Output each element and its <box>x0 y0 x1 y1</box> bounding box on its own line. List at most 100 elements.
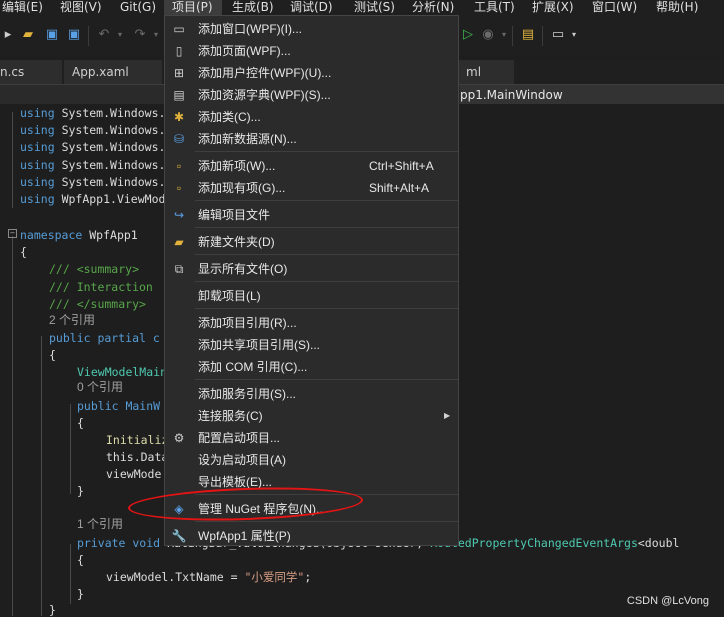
tab-mainwindow-cs[interactable]: n.cs <box>0 60 62 84</box>
hot-reload-dropdown-icon[interactable]: ▾ <box>496 27 512 43</box>
fold-line <box>70 404 71 494</box>
project-menu-dropdown: ▭ 添加窗口(WPF)(I)... ▯ 添加页面(WPF)... ⊞ 添加用户控… <box>164 15 459 546</box>
save-icon[interactable]: ▣ <box>44 27 60 43</box>
code-text: WpfApp1.ViewMod <box>61 192 166 206</box>
tab-label: n.cs <box>0 65 25 79</box>
code-line: } <box>77 484 84 498</box>
menu-item-label: 添加服务引用(S)... <box>198 387 296 401</box>
code-text: ; <box>304 570 312 584</box>
add-class-icon: ✱ <box>173 110 185 124</box>
menu-item-add-resource-dictionary[interactable]: ▤ 添加资源字典(WPF)(S)... <box>165 84 458 106</box>
menu-edit-label: 编辑(E) <box>2 0 43 14</box>
code-line: viewModel.TxtName = "小爱同学"; <box>106 570 311 584</box>
menu-edit[interactable]: 编辑(E) <box>0 0 46 17</box>
code-line: { <box>20 245 27 259</box>
code-text: System.Windows. <box>61 106 166 120</box>
menu-item-add-class[interactable]: ✱ 添加类(C)... <box>165 106 458 128</box>
menu-item-add-data-source[interactable]: ⛁ 添加新数据源(N)... <box>165 128 458 150</box>
menu-item-add-new-item[interactable]: ▫ 添加新项(W)... Ctrl+Shift+A <box>165 155 458 177</box>
reference-count[interactable]: 2 个引用 <box>49 313 95 327</box>
menu-separator <box>195 151 458 152</box>
menu-item-add-shared-project-reference[interactable]: 添加共享项目引用(S)... <box>165 334 458 356</box>
toolbar-separator <box>88 26 89 46</box>
open-folder-icon[interactable]: ▰ <box>20 27 36 43</box>
menu-item-show-all-files[interactable]: ⧉ 显示所有文件(O) <box>165 258 458 280</box>
toolbar-separator <box>542 26 543 46</box>
window-layout-dropdown-icon[interactable]: ▾ <box>566 27 582 43</box>
menu-item-add-com-reference[interactable]: 添加 COM 引用(C)... <box>165 356 458 378</box>
comment: /// Interaction <box>49 280 153 294</box>
tab-app-xaml[interactable]: App.xaml <box>64 60 162 84</box>
menu-item-add-page[interactable]: ▯ 添加页面(WPF)... <box>165 40 458 62</box>
menu-item-edit-project-file[interactable]: ↪ 编辑项目文件 <box>165 204 458 226</box>
menu-item-add-user-control[interactable]: ⊞ 添加用户控件(WPF)(U)... <box>165 62 458 84</box>
menu-item-add-existing-item[interactable]: ▫ 添加现有项(G)... Shift+Alt+A <box>165 177 458 199</box>
fold-line <box>70 544 71 604</box>
menu-git[interactable]: Git(G) <box>112 0 160 17</box>
menu-item-add-window[interactable]: ▭ 添加窗口(WPF)(I)... <box>165 18 458 40</box>
code-text: viewModel.TxtName = <box>106 570 245 584</box>
menu-item-shortcut: Shift+Alt+A <box>369 181 430 195</box>
menu-item-configure-startup[interactable]: ⚙ 配置启动项目... <box>165 427 458 449</box>
menu-tools-label: 工具(T) <box>474 0 515 14</box>
show-all-files-icon: ⧉ <box>174 262 184 276</box>
menu-item-add-service-reference[interactable]: 添加服务引用(S)... <box>165 383 458 405</box>
type-name: RoutedPropertyChangedEventArgs <box>430 536 638 550</box>
menu-item-new-folder[interactable]: ▰ 新建文件夹(D) <box>165 231 458 253</box>
code-text: System.Windows. <box>61 123 166 137</box>
code-line: { <box>77 416 84 430</box>
menu-item-label: 添加窗口(WPF)(I)... <box>198 22 302 36</box>
code-line: using System.Windows. <box>20 106 165 120</box>
code-line: public partial c <box>49 331 160 345</box>
add-new-item-icon: ▫ <box>176 159 182 173</box>
keyword: using <box>20 106 55 120</box>
tab-label: App.xaml <box>72 65 129 79</box>
save-all-icon[interactable]: ▣ <box>66 27 82 43</box>
menu-view[interactable]: 视图(V) <box>52 0 104 17</box>
hot-reload-icon[interactable]: ◉ <box>480 27 496 43</box>
menu-item-connected-services[interactable]: 连接服务(C) ▶ <box>165 405 458 427</box>
code-line: using System.Windows. <box>20 175 165 189</box>
window-layout-icon[interactable]: ▭ <box>550 27 566 43</box>
menu-item-label: 添加 COM 引用(C)... <box>198 360 308 374</box>
keyword: using <box>20 192 55 206</box>
code-line: using WpfApp1.ViewMod <box>20 192 165 206</box>
menu-item-label: 卸载项目(L) <box>198 289 261 303</box>
menu-item-add-project-reference[interactable]: 添加项目引用(R)... <box>165 312 458 334</box>
menu-window[interactable]: 窗口(W) <box>584 0 646 17</box>
menu-extensions[interactable]: 扩展(X) <box>524 0 582 17</box>
menu-item-project-properties[interactable]: 🔧 WpfApp1 属性(P) <box>165 525 458 547</box>
code-line: { <box>77 553 84 567</box>
code-line: viewMode <box>106 467 162 481</box>
navigate-forward-icon[interactable]: ▸ <box>0 27 16 43</box>
add-resource-dictionary-icon: ▤ <box>173 88 185 102</box>
menu-item-label: 添加新数据源(N)... <box>198 132 297 146</box>
menu-help[interactable]: 帮助(H) <box>648 0 710 17</box>
menu-item-label: 添加项目引用(R)... <box>198 316 297 330</box>
solution-explorer-icon[interactable]: ▤ <box>520 27 536 43</box>
code-line: } <box>77 587 84 601</box>
redo-icon[interactable]: ↷ <box>132 27 148 43</box>
keyword: using <box>20 158 55 172</box>
start-icon[interactable]: ▷ <box>460 27 476 43</box>
menu-item-label: 设为启动项目(A) <box>198 453 286 467</box>
undo-icon[interactable]: ↶ <box>96 27 112 43</box>
menu-analyze-label: 分析(N) <box>412 0 455 14</box>
comment: /// <summary> <box>49 262 140 276</box>
reference-count[interactable]: 0 个引用 <box>77 380 123 394</box>
menu-item-shortcut: Ctrl+Shift+A <box>369 159 434 173</box>
menu-tools[interactable]: 工具(T) <box>466 0 522 17</box>
code-text: System.Windows. <box>61 140 166 154</box>
keyword: private void <box>77 536 161 550</box>
keyword: using <box>20 123 55 137</box>
code-line: using System.Windows. <box>20 123 165 137</box>
redo-dropdown-icon[interactable]: ▾ <box>148 27 164 43</box>
navbar-type-label: pp1.MainWindow <box>460 88 563 102</box>
reference-count[interactable]: 1 个引用 <box>77 517 123 531</box>
undo-dropdown-icon[interactable]: ▾ <box>112 27 128 43</box>
fold-toggle[interactable]: − <box>8 229 17 238</box>
tab-xaml[interactable]: ml <box>458 60 514 84</box>
menu-item-label: 编辑项目文件 <box>198 208 271 222</box>
menu-item-set-startup-project[interactable]: 设为启动项目(A) <box>165 449 458 471</box>
menu-item-unload-project[interactable]: 卸载项目(L) <box>165 285 458 307</box>
